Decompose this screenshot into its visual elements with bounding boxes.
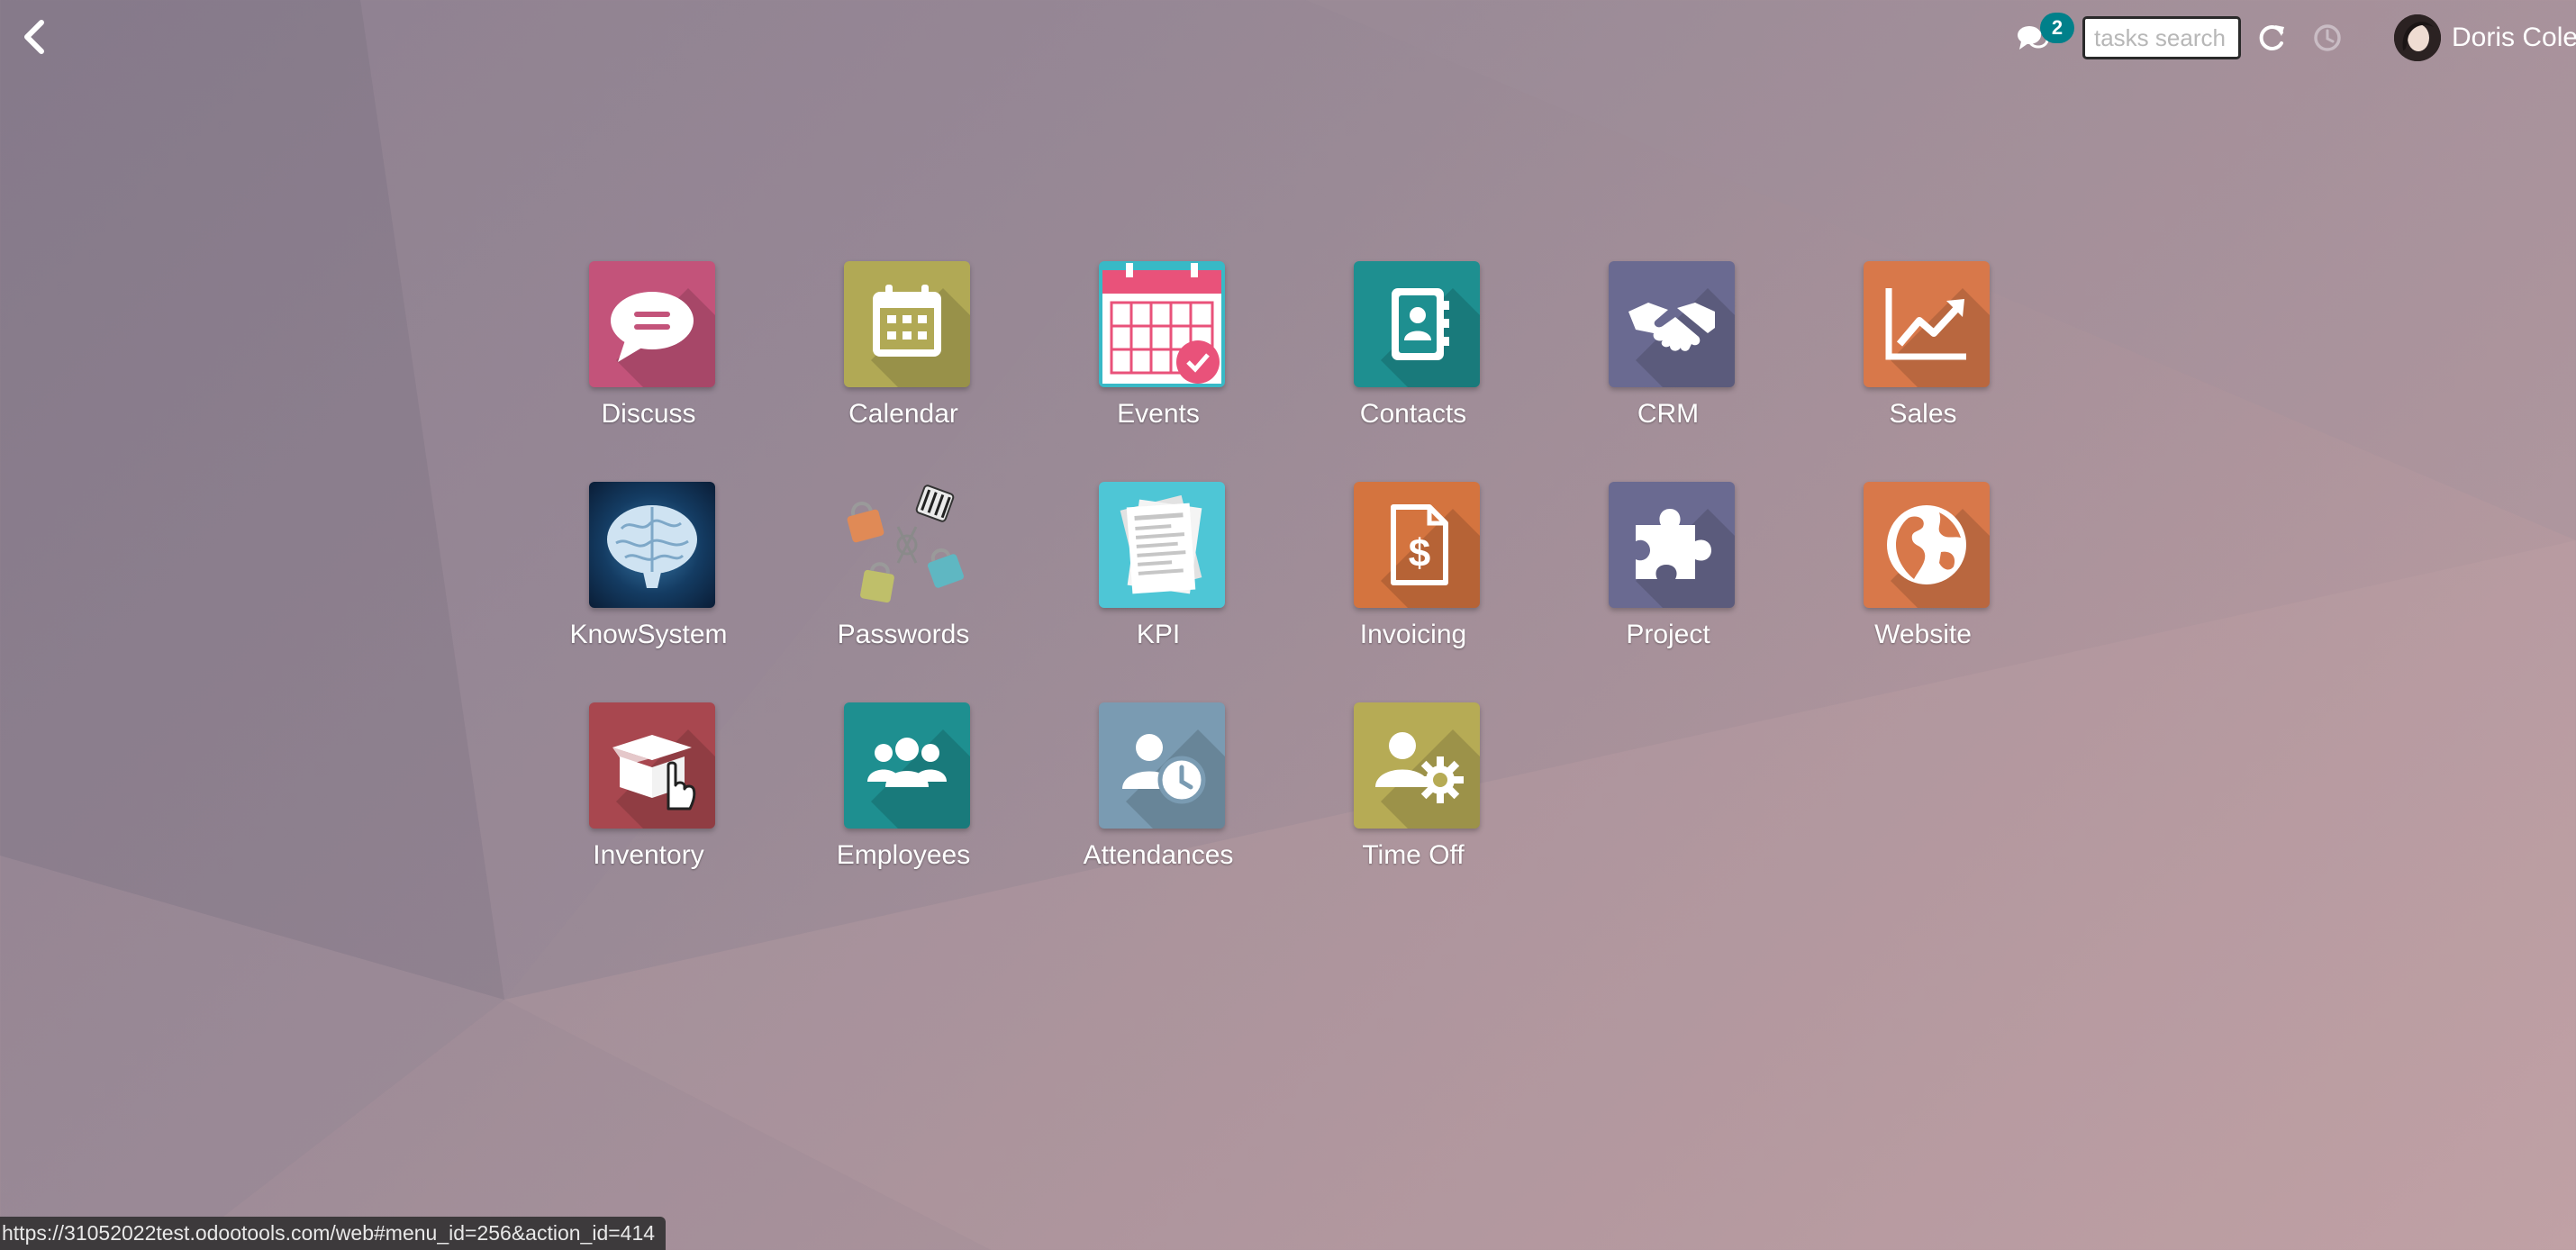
refresh-button[interactable] [2255, 22, 2288, 54]
app-crm[interactable]: CRM [1569, 261, 1767, 432]
app-tile [589, 482, 715, 608]
app-tile [1099, 261, 1225, 387]
app-tile [1099, 482, 1225, 608]
user-avatar-icon [2394, 14, 2441, 61]
app-label: KPI [1136, 620, 1181, 649]
kpi-papers-icon [1120, 494, 1202, 594]
app-label: Passwords [837, 620, 970, 649]
attendances-clock-user-icon [1122, 734, 1206, 804]
app-label: Attendances [1083, 840, 1234, 870]
app-tile [589, 702, 715, 829]
svg-text:$: $ [1409, 531, 1430, 575]
sales-chart-icon [1885, 288, 1966, 360]
app-employees[interactable]: Employees [804, 702, 1002, 874]
unread-messages-badge: 2 [2040, 13, 2074, 43]
app-events[interactable]: Events [1059, 261, 1257, 432]
app-website[interactable]: Website [1824, 482, 2022, 653]
app-label: Website [1874, 620, 1972, 649]
app-tile [589, 261, 715, 387]
app-tile [1609, 261, 1735, 387]
app-label: Employees [836, 840, 971, 870]
app-passwords[interactable]: Passwords [804, 482, 1002, 653]
app-sales[interactable]: Sales [1824, 261, 2022, 432]
app-knowsystem[interactable]: KnowSystem [549, 482, 748, 653]
invoice-dollar-icon: $ [1391, 504, 1448, 585]
avatar[interactable] [2394, 14, 2441, 61]
app-label: KnowSystem [569, 620, 728, 649]
background-facets [0, 0, 2576, 1250]
app-tile [1864, 261, 1990, 387]
app-label: Contacts [1359, 399, 1467, 429]
time-off-gear-user-icon [1375, 732, 1464, 803]
app-label: Project [1626, 620, 1710, 649]
app-contacts[interactable]: Contacts [1314, 261, 1512, 432]
globe-icon [1887, 505, 1966, 584]
app-label: CRM [1637, 399, 1700, 429]
app-time-off[interactable]: Time Off [1314, 702, 1512, 874]
inventory-box-icon [612, 735, 696, 811]
top-bar: 2 Doris Cole [0, 0, 2576, 74]
app-tile [1099, 702, 1225, 829]
app-project[interactable]: Project [1569, 482, 1767, 653]
app-label: Inventory [593, 840, 704, 870]
app-label: Sales [1889, 399, 1957, 429]
chevron-left-icon [24, 20, 44, 54]
knowsystem-brain-icon [607, 505, 697, 588]
contacts-icon [1392, 288, 1449, 360]
app-kpi[interactable]: KPI [1059, 482, 1257, 653]
app-label: Calendar [848, 399, 958, 429]
app-calendar[interactable]: Calendar [804, 261, 1002, 432]
status-bar-url: https://31052022test.odootools.com/web#m… [0, 1217, 667, 1250]
app-label: Discuss [601, 399, 696, 429]
refresh-icon [2259, 25, 2284, 50]
app-tile [1864, 482, 1990, 608]
app-tile [844, 261, 970, 387]
back-button[interactable] [16, 18, 52, 56]
app-attendances[interactable]: Attendances [1059, 702, 1257, 874]
user-name[interactable]: Doris Cole [2452, 22, 2576, 54]
passwords-padlocks-icon [847, 485, 964, 603]
app-invoicing[interactable]: $ Invoicing [1314, 482, 1512, 653]
tasks-search-input[interactable] [2082, 16, 2241, 59]
app-tile [844, 702, 970, 829]
app-tile [1609, 482, 1735, 608]
clock-icon [2314, 24, 2341, 51]
calendar-icon [873, 285, 941, 357]
events-icon [1102, 263, 1221, 384]
app-label: Time Off [1362, 840, 1465, 870]
app-label: Events [1117, 399, 1200, 429]
activity-button[interactable] [2311, 22, 2344, 54]
app-tile [1354, 702, 1480, 829]
app-tile: $ [1354, 482, 1480, 608]
app-tile [1354, 261, 1480, 387]
employees-group-icon [867, 738, 947, 787]
puzzle-piece-icon [1636, 509, 1711, 579]
app-inventory[interactable]: Inventory [549, 702, 748, 874]
app-label: Invoicing [1359, 620, 1467, 649]
app-tile [844, 482, 970, 608]
app-discuss[interactable]: Discuss [549, 261, 748, 432]
discuss-icon [611, 292, 694, 362]
handshake-icon [1628, 303, 1715, 351]
